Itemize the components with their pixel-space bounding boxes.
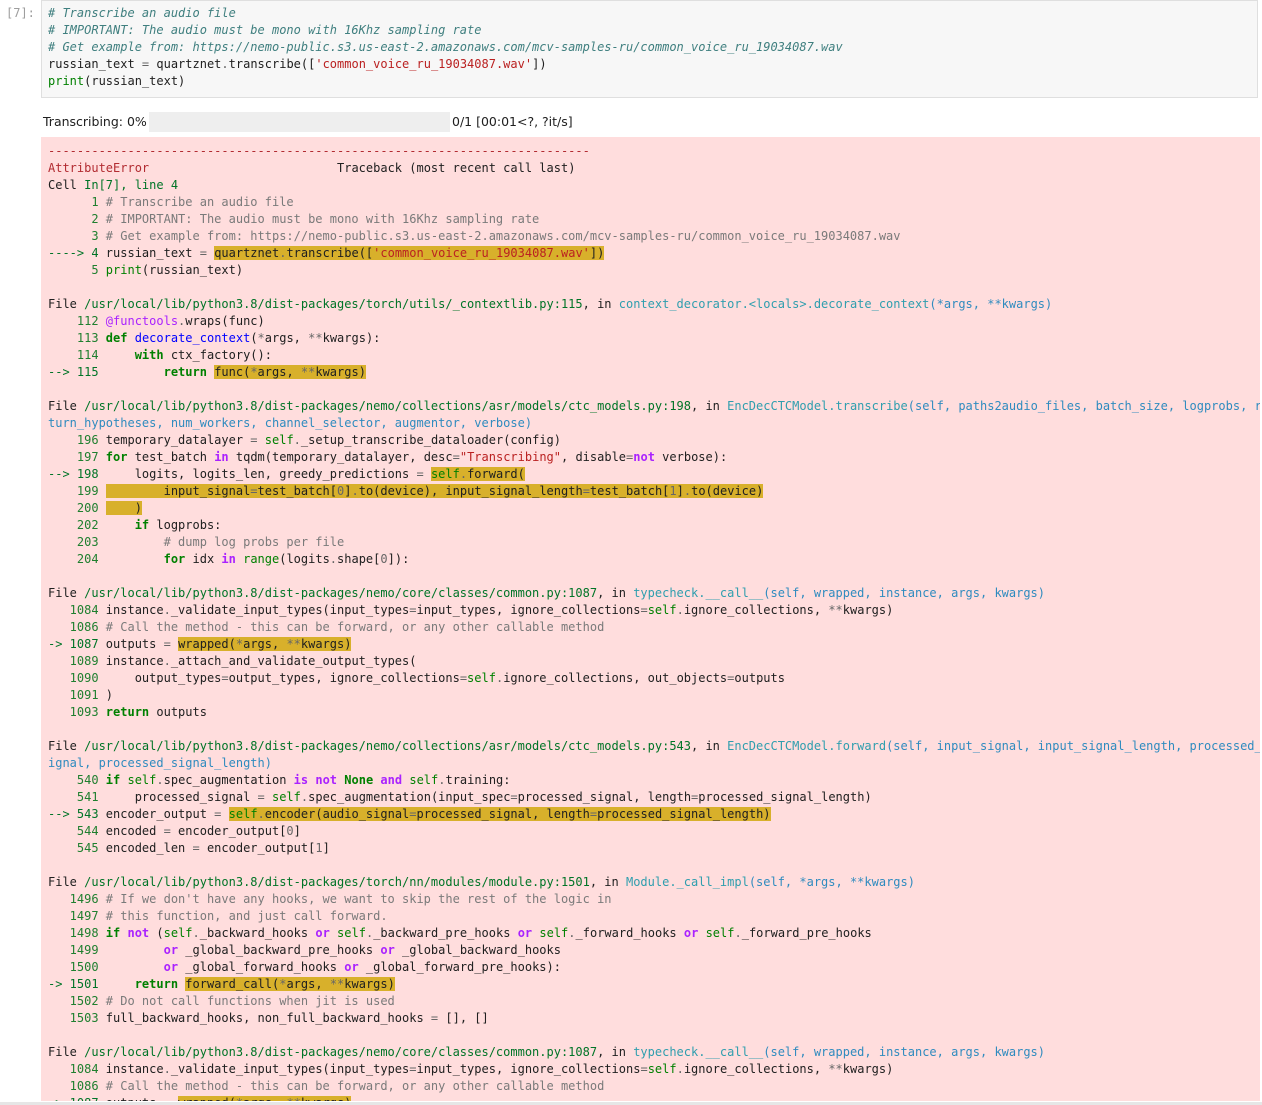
frame-args-continued: ignal, processed_signal_length) bbox=[48, 756, 272, 770]
frame-args: (*args, **kwargs) bbox=[929, 297, 1053, 311]
code-editor[interactable]: # Transcribe an audio file # IMPORTANT: … bbox=[48, 5, 843, 90]
frame-args: (self, wrapped, instance, args, kwargs) bbox=[763, 586, 1046, 600]
source-line: 1091 ) bbox=[48, 688, 114, 702]
traceback-header: Traceback (most recent call last) bbox=[337, 161, 576, 175]
frame-args: (self, wrapped, instance, args, kwargs) bbox=[763, 1045, 1046, 1059]
frame-function: context_decorator.<locals>.decorate_cont… bbox=[618, 297, 930, 311]
source-line: 1496 # If we don't have any hooks, we wa… bbox=[48, 892, 612, 906]
frame-path: /usr/local/lib/python3.8/dist-packages/n… bbox=[84, 586, 598, 600]
source-line-current: -> 1087 outputs = wrapped(*args, **kwarg… bbox=[48, 1095, 1260, 1101]
frame-header: File /usr/local/lib/python3.8/dist-packa… bbox=[48, 398, 1260, 415]
code-line: # Get example from: https://nemo-public.… bbox=[48, 40, 843, 54]
frame-header: File /usr/local/lib/python3.8/dist-packa… bbox=[48, 875, 915, 889]
traceback: ----------------------------------------… bbox=[48, 143, 1260, 1101]
progress-bar bbox=[149, 112, 450, 132]
traceback-separator: ----------------------------------------… bbox=[48, 144, 590, 158]
source-line: 541 processed_signal = self.spec_augment… bbox=[48, 790, 872, 804]
source-line: 1500 or _global_forward_hooks or _global… bbox=[48, 960, 561, 974]
source-line-current: -> 1087 outputs = wrapped(*args, **kwarg… bbox=[48, 637, 352, 651]
source-line: 1502 # Do not call functions when jit is… bbox=[48, 994, 395, 1008]
frame-header: File /usr/local/lib/python3.8/dist-packa… bbox=[48, 586, 1046, 600]
cell-reference-name: In[7], line 4 bbox=[84, 178, 179, 192]
frame-path: /usr/local/lib/python3.8/dist-packages/n… bbox=[84, 739, 691, 753]
frame-args: (self, input_signal, input_signal_length… bbox=[886, 739, 1260, 753]
source-line: 1084 instance._validate_input_types(inpu… bbox=[48, 1062, 894, 1076]
frame-path: /usr/local/lib/python3.8/dist-packages/t… bbox=[84, 297, 583, 311]
source-line: 1503 full_backward_hooks, non_full_backw… bbox=[48, 1011, 489, 1025]
frame-header: File /usr/local/lib/python3.8/dist-packa… bbox=[48, 1045, 1046, 1059]
frame-function: EncDecCTCModel.forward bbox=[727, 739, 887, 753]
code-line: # Transcribe an audio file bbox=[48, 6, 236, 20]
source-line: 2 # IMPORTANT: The audio must be mono wi… bbox=[48, 212, 540, 226]
source-line: 5 print(russian_text) bbox=[48, 263, 244, 277]
code-line: russian_text = quartznet.transcribe(['co… bbox=[48, 57, 547, 71]
source-line: 1499 or _global_backward_pre_hooks or _g… bbox=[48, 943, 561, 957]
frame-path: /usr/local/lib/python3.8/dist-packages/n… bbox=[84, 1045, 598, 1059]
source-line: 1086 # Call the method - this can be for… bbox=[48, 1079, 605, 1093]
source-line: 1093 return outputs bbox=[48, 705, 207, 719]
error-output: ----------------------------------------… bbox=[41, 137, 1260, 1101]
progress-stats: 0/1 [00:01<?, ?it/s] bbox=[452, 114, 573, 129]
progress-label: Transcribing: 0% bbox=[43, 114, 147, 129]
source-line-current: ----> 4 russian_text = quartznet.transcr… bbox=[48, 246, 605, 260]
frame-header: File /usr/local/lib/python3.8/dist-packa… bbox=[48, 738, 1260, 755]
cell-reference-prefix: Cell bbox=[48, 178, 85, 192]
frame-path: /usr/local/lib/python3.8/dist-packages/n… bbox=[84, 399, 691, 413]
source-line: 1089 instance._attach_and_validate_outpu… bbox=[48, 654, 417, 668]
exception-name: AttributeError bbox=[48, 161, 150, 175]
source-line: 113 def decorate_context(*args, **kwargs… bbox=[48, 331, 381, 345]
source-line: 196 temporary_datalayer = self._setup_tr… bbox=[48, 433, 561, 447]
source-line-current: 199 input_signal=test_batch[0].to(device… bbox=[48, 484, 764, 498]
progress-widget: Transcribing: 0% 0/1 [00:01<?, ?it/s] bbox=[43, 112, 1258, 132]
source-line-current: --> 115 return func(*args, **kwargs) bbox=[48, 365, 366, 379]
source-line: 544 encoded = encoder_output[0] bbox=[48, 824, 301, 838]
frame-function: EncDecCTCModel.transcribe bbox=[727, 399, 908, 413]
cell-prompt: [7]: bbox=[6, 6, 35, 20]
source-line: 3 # Get example from: https://nemo-publi… bbox=[48, 229, 901, 243]
code-line: # IMPORTANT: The audio must be mono with… bbox=[48, 23, 482, 37]
frame-path: /usr/local/lib/python3.8/dist-packages/t… bbox=[84, 875, 590, 889]
source-line: 545 encoded_len = encoder_output[1] bbox=[48, 841, 330, 855]
code-line: print(russian_text) bbox=[48, 74, 186, 88]
source-line: 112 @functools.wraps(func) bbox=[48, 314, 265, 328]
source-line: 197 for test_batch in tqdm(temporary_dat… bbox=[48, 450, 728, 464]
source-line: 1084 instance._validate_input_types(inpu… bbox=[48, 603, 894, 617]
source-line: 203 # dump log probs per file bbox=[48, 535, 345, 549]
frame-function: Module._call_impl bbox=[625, 875, 749, 889]
source-line: 204 for idx in range(logits.shape[0]): bbox=[48, 552, 410, 566]
traceback-header-line: AttributeError Traceback (most recent ca… bbox=[48, 160, 1260, 177]
frame-header: File /usr/local/lib/python3.8/dist-packa… bbox=[48, 297, 1053, 311]
code-cell-input[interactable]: # Transcribe an audio file # IMPORTANT: … bbox=[41, 0, 1258, 98]
source-line: 1497 # this function, and just call forw… bbox=[48, 909, 388, 923]
frame-args: (self, paths2audio_files, batch_size, lo… bbox=[907, 399, 1260, 413]
frame-function: typecheck.__call__ bbox=[633, 586, 764, 600]
source-line: 1086 # Call the method - this can be for… bbox=[48, 620, 605, 634]
source-line-current: --> 543 encoder_output = self.encoder(au… bbox=[48, 807, 771, 821]
source-line: 540 if self.spec_augmentation is not Non… bbox=[48, 773, 511, 787]
source-line: 1 # Transcribe an audio file bbox=[48, 195, 294, 209]
source-line: 1498 if not (self._backward_hooks or sel… bbox=[48, 926, 872, 940]
source-line-current: 200 ) bbox=[48, 501, 142, 515]
frame-function: typecheck.__call__ bbox=[633, 1045, 764, 1059]
cell-reference: Cell In[7], line 4 bbox=[48, 177, 1260, 194]
source-line: 202 if logprobs: bbox=[48, 518, 222, 532]
source-line-current: -> 1501 return forward_call(*args, **kwa… bbox=[48, 977, 395, 991]
source-line: 114 with ctx_factory(): bbox=[48, 348, 272, 362]
frame-args: (self, *args, **kwargs) bbox=[748, 875, 915, 889]
frame-args-continued: turn_hypotheses, num_workers, channel_se… bbox=[48, 416, 533, 430]
source-line: 1090 output_types=output_types, ignore_c… bbox=[48, 671, 785, 685]
source-line-current: --> 198 logits, logits_len, greedy_predi… bbox=[48, 467, 525, 481]
